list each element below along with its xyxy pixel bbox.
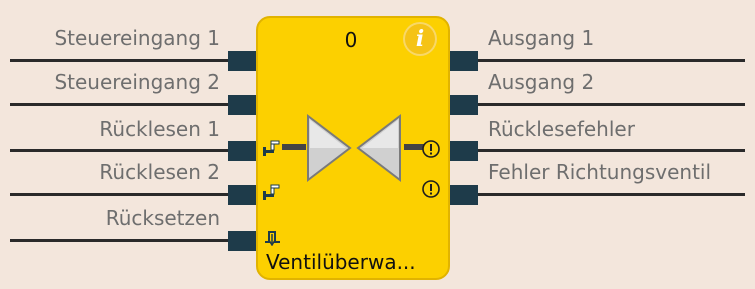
- input-wire-4[interactable]: [10, 193, 228, 196]
- reset-pulse-icon: [265, 231, 280, 246]
- error-indicator-icon: [422, 180, 440, 198]
- block-counter: 0: [344, 28, 358, 52]
- output-wire-2[interactable]: [478, 103, 745, 106]
- input-wire-2[interactable]: [10, 103, 228, 106]
- input-wire-3[interactable]: [10, 149, 228, 152]
- input-wire-1[interactable]: [10, 59, 228, 62]
- output-label-ausgang-2: Ausgang 2: [488, 70, 595, 94]
- input-port-1[interactable]: [228, 51, 256, 71]
- input-label-ruecklesen-2: Rücklesen 2: [99, 160, 220, 184]
- input-port-5[interactable]: [228, 231, 256, 251]
- output-label-ausgang-1: Ausgang 1: [488, 26, 595, 50]
- input-port-2[interactable]: [228, 95, 256, 115]
- input-port-3[interactable]: [228, 141, 256, 161]
- output-wire-3[interactable]: [478, 149, 745, 152]
- output-port-4[interactable]: [450, 185, 478, 205]
- output-label-fehler-richtungsventil: Fehler Richtungsventil: [488, 160, 712, 184]
- output-wire-1[interactable]: [478, 59, 745, 62]
- output-wire-4[interactable]: [478, 193, 745, 196]
- input-port-4[interactable]: [228, 185, 256, 205]
- input-label-ruecksetzen: Rücksetzen: [105, 206, 220, 230]
- output-label-ruecklesefehler: Rücklesefehler: [488, 117, 635, 141]
- input-label-ruecklesen-1: Rücklesen 1: [99, 117, 220, 141]
- error-indicator-icon: [422, 140, 440, 158]
- input-label-steuereingang-2: Steuereingang 2: [54, 70, 220, 94]
- input-wire-5[interactable]: [10, 239, 228, 242]
- function-block-diagram: Steuereingang 1 Steuereingang 2 Rücklese…: [0, 0, 755, 289]
- info-icon[interactable]: i: [403, 22, 437, 56]
- input-label-steuereingang-1: Steuereingang 1: [54, 26, 220, 50]
- output-port-1[interactable]: [450, 51, 478, 71]
- block-title: Ventilüberwa...: [266, 250, 416, 274]
